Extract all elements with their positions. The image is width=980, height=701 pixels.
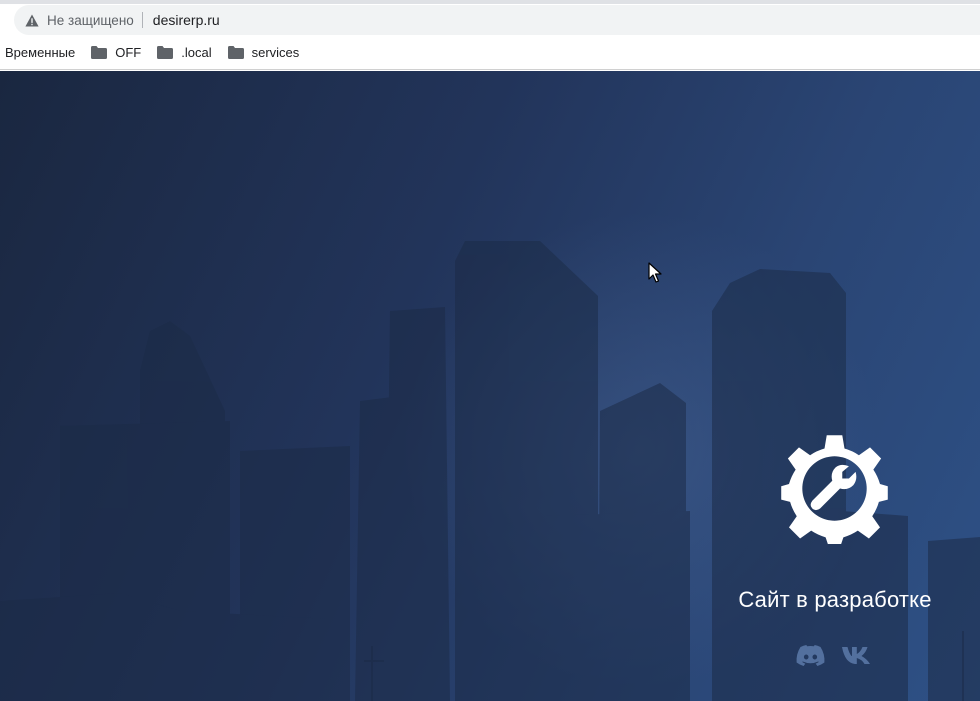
- bookmark-label: Временные: [5, 45, 76, 60]
- bookmarks-bar: Временные OFF .local services: [0, 36, 980, 70]
- discord-link[interactable]: [794, 643, 826, 667]
- window-top-strip: [0, 0, 980, 4]
- bookmark-label: .local: [181, 45, 212, 60]
- address-divider: [141, 12, 143, 28]
- bookmark-folder-local[interactable]: .local: [157, 41, 212, 65]
- warning-icon[interactable]: [25, 13, 39, 27]
- under-construction-text: Сайт в разработке: [738, 587, 932, 612]
- bookmark-vremennye[interactable]: Временные: [5, 41, 75, 65]
- vk-link[interactable]: [841, 643, 873, 667]
- folder-icon: [91, 46, 108, 59]
- bookmark-label: OFF: [115, 45, 142, 60]
- discord-icon: [796, 644, 824, 666]
- mouse-cursor-icon: [648, 262, 662, 283]
- url-text[interactable]: desirerp.ru: [153, 12, 220, 28]
- vk-icon: [842, 646, 870, 664]
- page-content: Сайт в разработке: [0, 71, 980, 701]
- address-bar[interactable]: Не защищено desirerp.ru: [14, 5, 980, 35]
- bookmark-folder-services[interactable]: services: [227, 41, 300, 65]
- security-status-label[interactable]: Не защищено: [47, 13, 134, 28]
- gear-wrench-icon: [781, 435, 888, 544]
- bookmark-folder-off[interactable]: OFF: [91, 41, 141, 65]
- folder-icon: [227, 46, 244, 59]
- folder-icon: [157, 46, 174, 59]
- bookmark-label: services: [251, 45, 300, 60]
